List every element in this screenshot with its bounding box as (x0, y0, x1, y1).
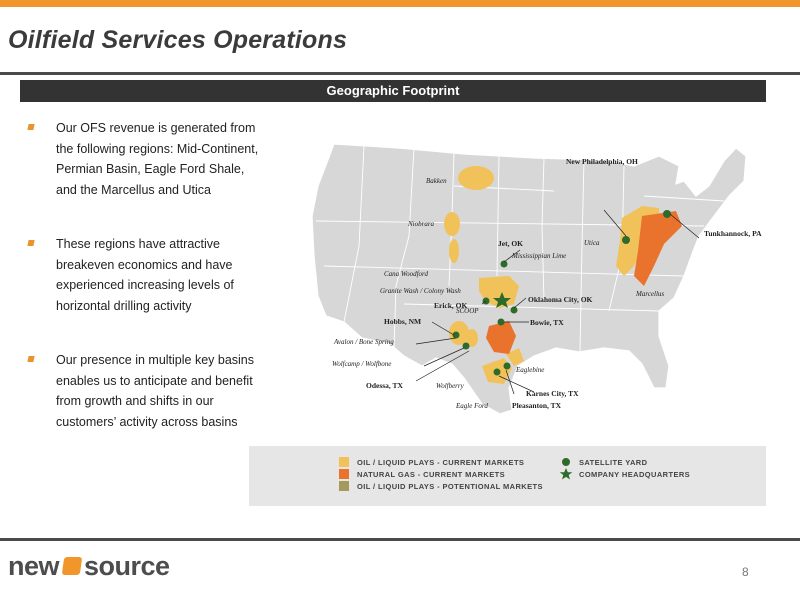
page-title: Oilfield Services Operations (8, 26, 348, 54)
bullet-icon (27, 240, 35, 246)
avalon-label: Avalon / Bone Spring (333, 338, 394, 346)
us-basin-map: Bakken Niobrara Utica Marcellus Mississi… (311, 143, 762, 415)
page-number: 8 (742, 565, 749, 579)
oil-potential-swatch (339, 481, 349, 491)
utica-label: Utica (584, 239, 600, 247)
legend-gas-current: NATURAL GAS - CURRENT MARKETS (357, 470, 505, 479)
bullet-text: These regions have attractive breakeven … (56, 237, 234, 313)
bullet-item: Our presence in multiple key basins enab… (27, 350, 264, 432)
section-header: Geographic Footprint (20, 80, 766, 102)
pleasanton-label: Pleasanton, TX (512, 401, 562, 410)
footer-divider (0, 538, 800, 541)
cana-woodford-label: Cana Woodford (384, 270, 429, 278)
bakken-label: Bakken (426, 177, 447, 185)
bullet-text: Our OFS revenue is generated from the fo… (56, 121, 259, 197)
headquarters-star-icon (559, 468, 573, 480)
jet-label: Jet, OK (498, 239, 523, 248)
eaglebine-label: Eaglebine (515, 366, 544, 374)
marcellus-label: Marcellus (635, 290, 664, 298)
gas-current-swatch (339, 469, 349, 479)
title-divider (0, 72, 800, 75)
newsource-logo: new source (8, 550, 170, 581)
bullet-item: These regions have attractive breakeven … (27, 234, 264, 316)
niobrara-label: Niobrara (407, 220, 435, 228)
wolfberry-label: Wolfberry (436, 382, 465, 390)
map-legend: OIL / LIQUID PLAYS - CURRENT MARKETS NAT… (249, 446, 766, 506)
top-accent-bar (0, 0, 800, 7)
logo-text-left: new (8, 550, 60, 581)
logo-text-right: source (84, 550, 170, 581)
new-philadelphia-label: New Philadelphia, OH (566, 157, 638, 166)
granite-wash-label: Granite Wash / Colony Wash (380, 287, 461, 295)
legend-oil-potential: OIL / LIQUID PLAYS - POTENTIONAL MARKETS (357, 482, 543, 491)
hobbs-label: Hobbs, NM (384, 317, 421, 326)
odessa-label: Odessa, TX (366, 381, 404, 390)
legend-oil-current: OIL / LIQUID PLAYS - CURRENT MARKETS (357, 458, 525, 467)
karnes-city-label: Karnes City, TX (526, 389, 579, 398)
bullet-icon (27, 124, 35, 130)
bullet-icon (27, 356, 35, 362)
logo-square-icon (61, 557, 83, 575)
mississippian-label: Mississippian Lime (511, 252, 566, 260)
bullet-text: Our presence in multiple key basins enab… (56, 353, 255, 429)
bowie-label: Bowie, TX (530, 318, 564, 327)
erick-label: Erick, OK (434, 301, 467, 310)
bullet-item: Our OFS revenue is generated from the fo… (27, 118, 264, 200)
legend-hq: COMPANY HEADQUARTERS (579, 470, 691, 479)
bullet-list: Our OFS revenue is generated from the fo… (27, 118, 264, 466)
oklahoma-city-label: Oklahoma City, OK (528, 295, 593, 304)
wolfcamp-label: Wolfcamp / Wolfbone (332, 360, 391, 368)
oil-current-swatch (339, 457, 349, 467)
tunkhannock-label: Tunkhannock, PA (704, 229, 762, 238)
legend-satellite: SATELLITE YARD (579, 458, 648, 467)
eagle-ford-label: Eagle Ford (455, 402, 488, 410)
